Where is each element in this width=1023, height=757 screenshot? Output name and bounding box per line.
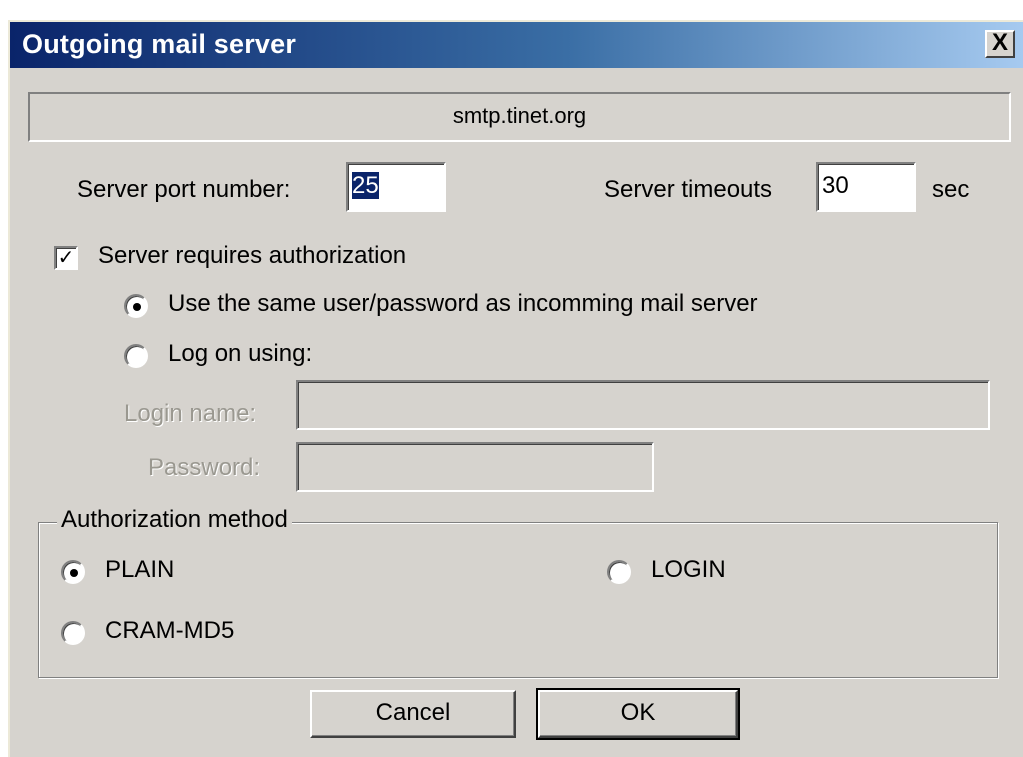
checkmark-icon: ✓ bbox=[57, 247, 75, 269]
requires-auth-checkbox[interactable]: ✓ bbox=[54, 246, 78, 270]
plain-label: PLAIN bbox=[105, 556, 175, 583]
title-bar[interactable]: Outgoing mail server X bbox=[10, 22, 1023, 68]
auth-method-group: Authorization method PLAIN LOGIN CRAM-MD… bbox=[38, 506, 998, 678]
same-user-label: Use the same user/password as incomming … bbox=[168, 290, 758, 317]
ok-button[interactable]: OK bbox=[536, 688, 740, 740]
login-radio[interactable] bbox=[607, 560, 631, 584]
cram-md5-label: CRAM-MD5 bbox=[105, 617, 235, 644]
logon-radio[interactable] bbox=[124, 344, 148, 368]
plain-radio[interactable] bbox=[61, 560, 85, 584]
dialog-window: Outgoing mail server X smtp.tinet.org Se… bbox=[8, 20, 1023, 757]
close-icon: X bbox=[991, 29, 1008, 56]
port-value: 25 bbox=[352, 172, 379, 199]
login-name-input[interactable] bbox=[296, 380, 990, 430]
requires-auth-label: Server requires authorization bbox=[98, 242, 407, 269]
cancel-button[interactable]: Cancel bbox=[310, 690, 516, 738]
login-label: LOGIN bbox=[651, 556, 726, 583]
window-title: Outgoing mail server bbox=[22, 29, 297, 59]
port-input[interactable]: 25 bbox=[346, 162, 446, 212]
radio-selected-dot bbox=[133, 303, 141, 311]
logon-label: Log on using: bbox=[168, 340, 313, 367]
server-host-display: smtp.tinet.org bbox=[28, 92, 1011, 142]
login-name-label: Login name: bbox=[124, 400, 257, 427]
same-user-radio[interactable] bbox=[124, 294, 148, 318]
timeout-label: Server timeouts bbox=[604, 176, 773, 203]
timeout-input[interactable]: 30 bbox=[816, 162, 916, 212]
radio-selected-dot bbox=[70, 569, 78, 577]
close-button[interactable]: X bbox=[985, 30, 1015, 58]
port-label: Server port number: bbox=[77, 176, 291, 203]
password-label: Password: bbox=[148, 454, 261, 481]
auth-method-legend: Authorization method bbox=[57, 506, 292, 534]
timeout-value: 30 bbox=[822, 172, 849, 199]
cram-md5-radio[interactable] bbox=[61, 621, 85, 645]
password-input[interactable] bbox=[296, 442, 654, 492]
timeout-unit: sec bbox=[932, 176, 970, 203]
